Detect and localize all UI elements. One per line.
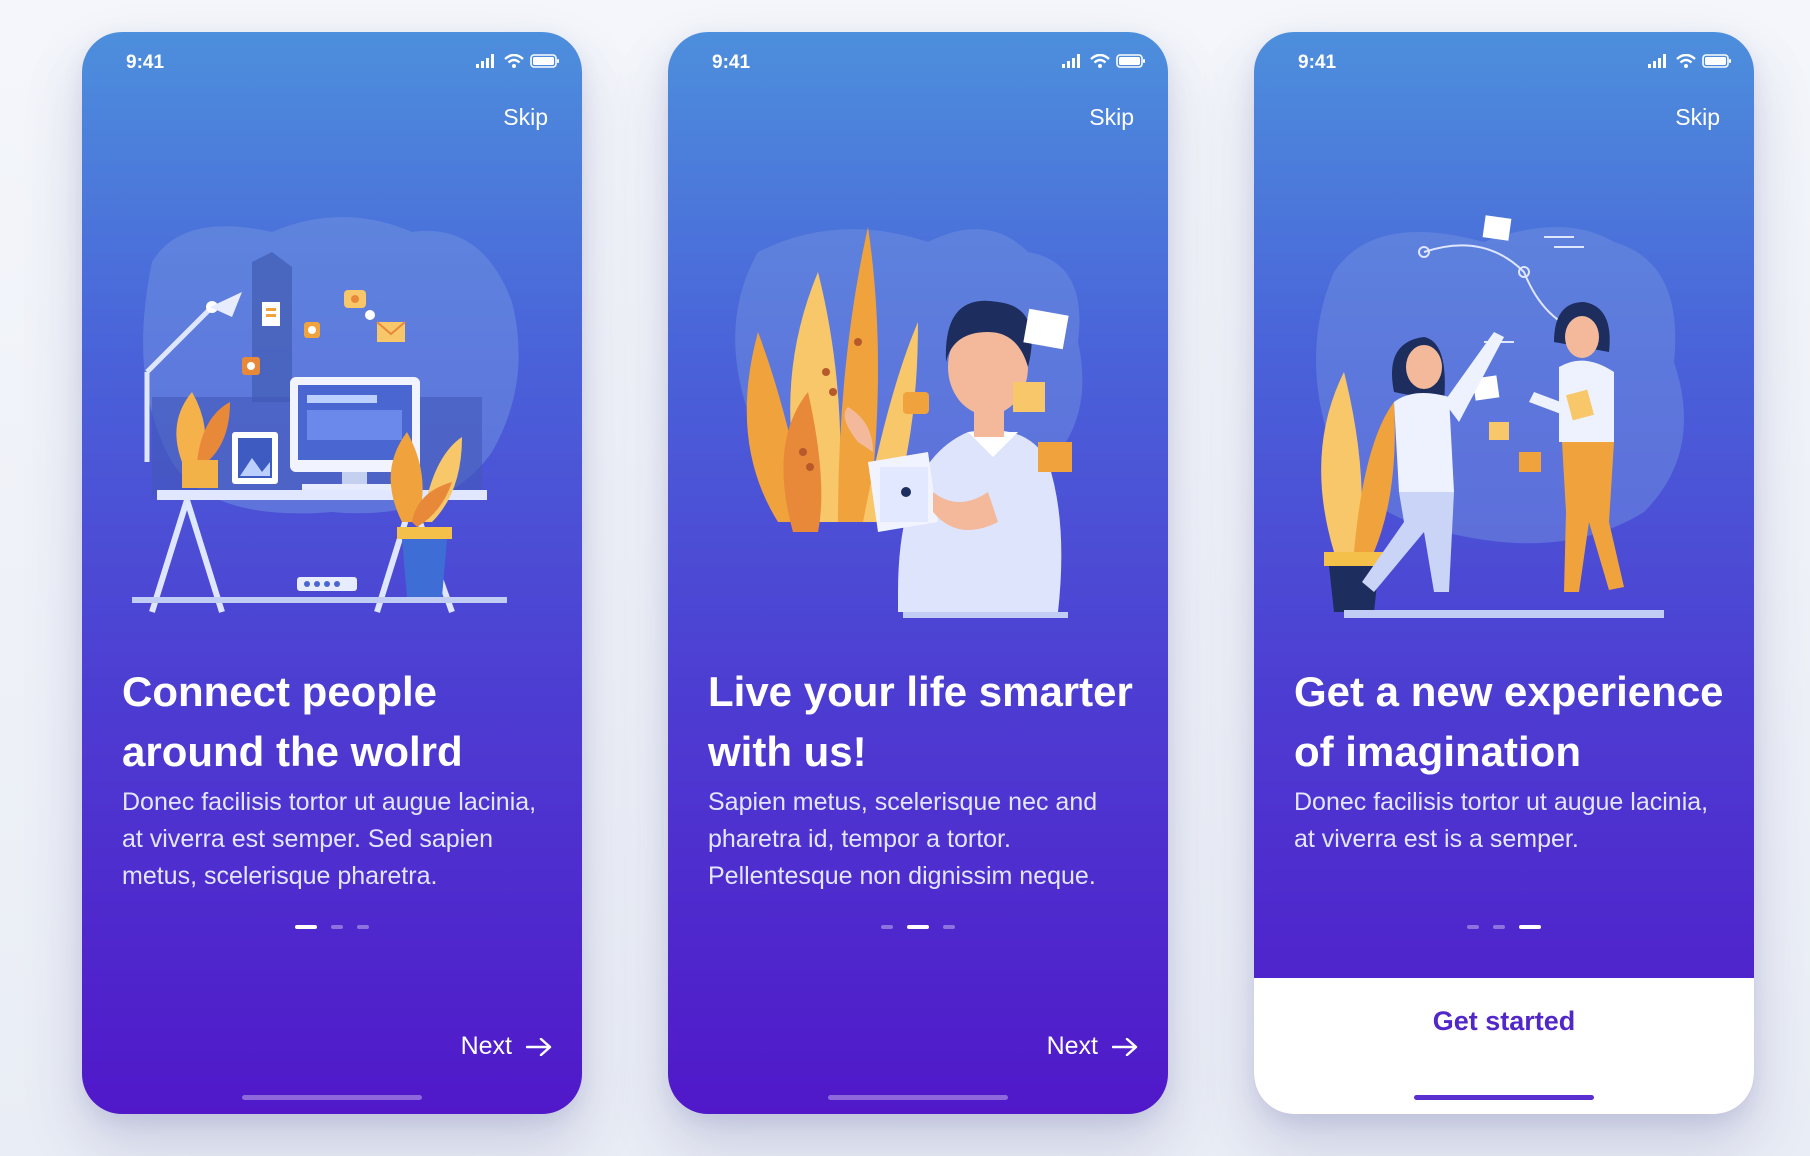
status-time: 9:41 [1298, 52, 1337, 73]
workspace-illustration [132, 217, 519, 614]
arrow-right-icon [1112, 1037, 1138, 1056]
onboarding-description: Sapien metus, scelerisque nec and pharet… [708, 788, 1098, 890]
home-indicator [242, 1095, 422, 1100]
page-dot-2[interactable] [907, 925, 929, 929]
page-dot-3[interactable] [1519, 925, 1541, 929]
next-button[interactable]: Next [461, 1032, 552, 1061]
page-dot-1[interactable] [881, 925, 893, 929]
page-indicator [1254, 925, 1754, 929]
status-icons [1648, 54, 1732, 68]
onboarding-description: Donec facilisis tortor ut augue lacinia,… [1294, 788, 1709, 853]
page-indicator [668, 925, 1168, 929]
battery-icon [1116, 54, 1145, 68]
skip-button[interactable]: Skip [1089, 104, 1134, 131]
onboarding-screen-1: 9:41 Skip Connect people around the wolr… [82, 32, 582, 1114]
onboarding-title: Connect people around the wolrd [122, 668, 463, 775]
brainstorm-illustration [1316, 215, 1684, 618]
onboarding-title: Live your life smarter with us! [708, 668, 1133, 775]
page-dot-1[interactable] [1467, 925, 1479, 929]
wifi-icon [504, 54, 524, 68]
next-label: Next [1046, 1032, 1098, 1060]
signal-icon [1062, 54, 1080, 68]
battery-icon [1702, 54, 1731, 68]
skip-button[interactable]: Skip [1675, 104, 1720, 131]
arrow-right-icon [526, 1037, 552, 1056]
battery-icon [530, 54, 559, 68]
page-dot-3[interactable] [357, 925, 369, 929]
home-indicator [1414, 1095, 1594, 1100]
wifi-icon [1090, 54, 1110, 68]
next-button[interactable]: Next [1047, 1032, 1138, 1061]
skip-button[interactable]: Skip [503, 104, 548, 131]
page-dot-3[interactable] [943, 925, 955, 929]
onboarding-screen-3: 9:41 Skip Get a new experience of imagin… [1254, 32, 1754, 1114]
onboarding-screen-2: 9:41 Skip Live your life smarter with us… [668, 32, 1168, 1114]
get-started-panel: Get started [1254, 978, 1754, 1114]
onboarding-description: Donec facilisis tortor ut augue lacinia,… [122, 788, 537, 890]
onboarding-title: Get a new experience of imagination [1294, 668, 1724, 775]
page-indicator [82, 925, 582, 929]
status-time: 9:41 [712, 52, 751, 73]
page-dot-1[interactable] [295, 925, 317, 929]
tablet-person-illustration [735, 227, 1083, 618]
status-icons [476, 54, 560, 68]
page-dot-2[interactable] [1493, 925, 1505, 929]
home-indicator [828, 1095, 1008, 1100]
get-started-button[interactable]: Get started [1254, 1006, 1754, 1037]
status-icons [1062, 54, 1146, 68]
wifi-icon [1676, 54, 1696, 68]
status-time: 9:41 [126, 52, 165, 73]
next-label: Next [460, 1032, 512, 1060]
page-dot-2[interactable] [331, 925, 343, 929]
signal-icon [476, 54, 494, 68]
signal-icon [1648, 54, 1666, 68]
